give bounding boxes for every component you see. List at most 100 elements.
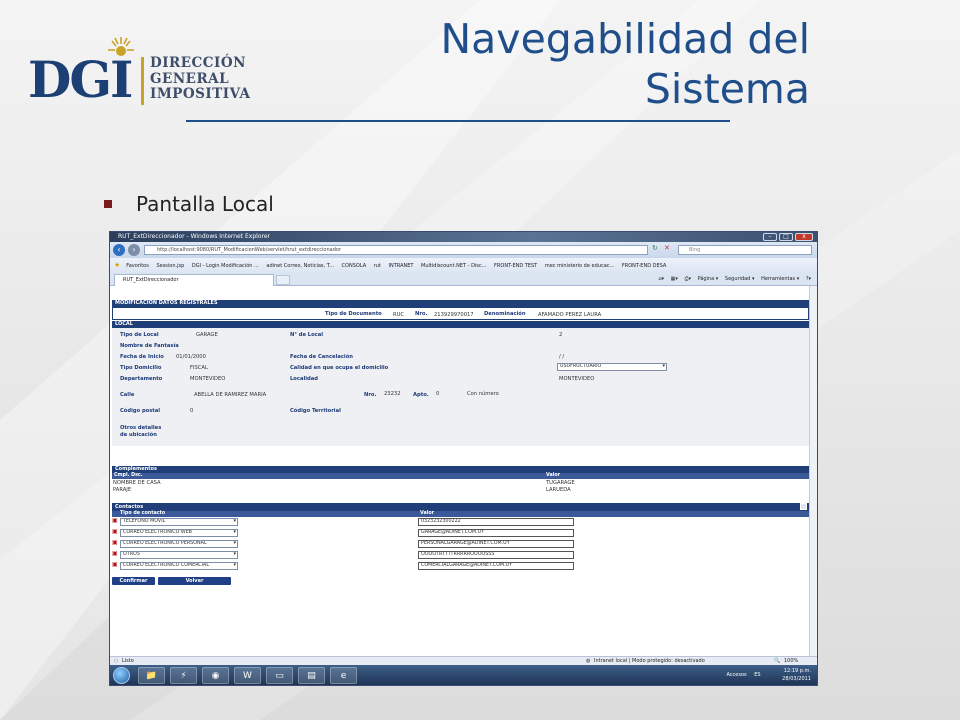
- contact-value-input[interactable]: COMERCIALGARAGE@ADINET.COM.UY: [418, 562, 574, 570]
- search-input[interactable]: Bing: [678, 245, 812, 255]
- stop-icon[interactable]: ✕: [664, 244, 670, 252]
- start-button[interactable]: [113, 667, 130, 684]
- minimize-button[interactable]: –: [763, 233, 777, 241]
- status-bar: ◌ Listo ◍ Intranet local | Modo protegid…: [110, 656, 817, 665]
- winamp-icon[interactable]: ⚡: [170, 667, 197, 684]
- delete-icon[interactable]: ▣: [112, 551, 118, 557]
- contact-type-select[interactable]: TELEFONO MOVIL: [120, 518, 238, 526]
- contact-type-select[interactable]: OTROS: [120, 551, 238, 559]
- contact-value-input[interactable]: PERSONALGARAGE@ADINET.COM.UY: [418, 540, 574, 548]
- contact-value-input[interactable]: OOOOTRTTTTRRRRROOOOSSS: [418, 551, 574, 559]
- contact-type-select[interactable]: CORREO ELECTRONICO WEB: [120, 529, 238, 537]
- back-icon[interactable]: ‹: [113, 244, 125, 256]
- slide-title-line-1: Navegabilidad del: [440, 15, 810, 63]
- calidad-domicilio-value: USUFRUCTUARIO: [560, 364, 602, 369]
- delete-icon[interactable]: ▣: [112, 562, 118, 568]
- departamento-value: MONTEVIDEO: [190, 376, 226, 382]
- explorer-folder-icon[interactable]: 📁: [138, 667, 165, 684]
- confirm-button[interactable]: Confirmar: [112, 577, 155, 585]
- calle-value: ABELLA DE RAMIREZ MARIA: [194, 392, 267, 398]
- calidad-domicilio-label: Calidad en que ocupa el domicilio: [290, 365, 389, 371]
- remote-desktop-icon[interactable]: ▭: [266, 667, 293, 684]
- favorite-item[interactable]: DGI - Login Modificación ...: [192, 259, 259, 272]
- apto-label: Apto.: [413, 392, 429, 398]
- maximize-button[interactable]: □: [779, 233, 793, 241]
- contact-type-select[interactable]: CORREO ELECTRONICO COMERCIAL: [120, 562, 238, 570]
- otros-detalles-label-2: de ubicación: [120, 432, 157, 438]
- favorite-item[interactable]: INTRANET: [389, 259, 414, 272]
- media-player-icon[interactable]: ◉: [202, 667, 229, 684]
- contactos-header: Contactos: [112, 503, 809, 511]
- fecha-cancelacion-label: Fecha de Cancelación: [290, 354, 353, 360]
- nro-documento-label: Nro.: [415, 311, 428, 317]
- security-menu[interactable]: Seguridad ▾: [725, 276, 755, 282]
- refresh-icon[interactable]: ↻: [652, 244, 658, 252]
- favorite-item[interactable]: adinet Correo, Noticias, T...: [266, 259, 334, 272]
- contact-type-value: CORREO ELECTRONICO WEB: [123, 530, 192, 535]
- vertical-scrollbar[interactable]: [809, 286, 817, 656]
- internet-explorer-icon[interactable]: e: [330, 667, 357, 684]
- logo-line-3: IMPOSITIVA: [150, 86, 251, 102]
- contactos-column-header: Tipo de contacto Valor: [112, 511, 809, 517]
- complemento-desc: NOMBRE DE CASA: [113, 480, 161, 486]
- page-menu[interactable]: Página ▾: [698, 276, 719, 282]
- feeds-icon[interactable]: ▦▾: [671, 276, 678, 282]
- accesos-toolbar[interactable]: Accesos: [726, 672, 746, 678]
- logo-line-1: DIRECCIÓN: [150, 55, 246, 71]
- command-bar: ⌂▾ ▦▾ ⎙▾ Página ▾ Seguridad ▾ Herramient…: [653, 273, 811, 285]
- title-underline: [186, 120, 730, 122]
- complementos-column-header: Cmpl. Dsc. Valor: [112, 473, 809, 479]
- favorite-item[interactable]: FRONT-END TEST: [494, 259, 537, 272]
- word-icon[interactable]: W: [234, 667, 261, 684]
- address-bar-row: ‹ › http://localhost:9080/RUT_Modificaci…: [110, 242, 817, 258]
- nro-puerta-label: Nro.: [364, 392, 377, 398]
- search-placeholder: Bing: [689, 247, 701, 253]
- page-content: MODIFICACIÓN DATOS REGISTRALES Tipo de D…: [110, 286, 810, 656]
- tipo-local-value: GARAGE: [196, 332, 218, 338]
- favorite-item[interactable]: Session.jsp: [156, 259, 184, 272]
- delete-icon[interactable]: ▣: [112, 518, 118, 524]
- codigo-postal-label: Código postal: [120, 408, 161, 414]
- tools-menu[interactable]: Herramientas ▾: [761, 276, 799, 282]
- contact-type-value: CORREO ELECTRONICO PERSONAL: [123, 541, 207, 546]
- contact-value-input[interactable]: GARAGE@ADINET.COM.UY: [418, 529, 574, 537]
- favorite-item[interactable]: mec ministerio de educac...: [545, 259, 614, 272]
- logo-text: DIRECCIÓN GENERAL IMPOSITIVA: [150, 55, 251, 103]
- home-icon[interactable]: ⌂▾: [658, 276, 664, 282]
- security-zone[interactable]: Intranet local | Modo protegido: desacti…: [594, 657, 705, 665]
- local-panel: Tipo de Local GARAGE N° de Local 2 Nombr…: [112, 328, 809, 446]
- zoom-level[interactable]: 100%: [784, 657, 798, 665]
- status-icon: ◌: [114, 658, 119, 664]
- bullet-square-icon: [104, 199, 112, 208]
- print-icon[interactable]: ⎙▾: [684, 276, 691, 282]
- favorites-star-icon[interactable]: ★: [114, 258, 120, 272]
- notepad-icon[interactable]: ▤: [298, 667, 325, 684]
- delete-icon[interactable]: ▣: [112, 529, 118, 535]
- clock[interactable]: 12:19 p.m. 28/03/2011: [782, 667, 811, 683]
- favorite-item[interactable]: FRONT-END DESA: [622, 259, 666, 272]
- language-indicator[interactable]: ES: [754, 672, 760, 678]
- address-input[interactable]: http://localhost:9080/RUT_ModificacionWe…: [144, 245, 648, 255]
- favorite-item[interactable]: Multidiscount.NET - Disc...: [421, 259, 486, 272]
- tab-active[interactable]: RUT_ExtDireccionador: [114, 274, 274, 286]
- back-button[interactable]: Volver: [158, 577, 231, 585]
- contact-value-input[interactable]: 0323232300222: [418, 518, 574, 526]
- favorites-label[interactable]: Favoritos: [126, 259, 149, 272]
- otros-detalles-label: Otros detalles: [120, 425, 162, 431]
- calidad-domicilio-select[interactable]: USUFRUCTUARIO: [557, 363, 667, 371]
- close-button[interactable]: x: [795, 233, 813, 241]
- complementos-header: Complementos: [112, 466, 809, 473]
- favorite-item[interactable]: rut: [374, 259, 381, 272]
- slide-title-line-2: Sistema: [644, 65, 810, 113]
- contact-type-select[interactable]: CORREO ELECTRONICO PERSONAL: [120, 540, 238, 548]
- browser-window: RUT_ExtDireccionador - Windows Internet …: [109, 231, 818, 686]
- delete-icon[interactable]: ▣: [112, 540, 118, 546]
- new-tab-button[interactable]: [276, 275, 290, 285]
- help-icon[interactable]: ?▾: [806, 276, 811, 282]
- dgi-logo: DGI DIRECCIÓN GENERAL IMPOSITIVA: [28, 35, 250, 113]
- forward-icon[interactable]: ›: [128, 244, 140, 256]
- complemento-valor: TUGARAGE: [546, 480, 575, 486]
- add-contact-icon[interactable]: [800, 503, 807, 510]
- favorite-item[interactable]: CONSOLA: [342, 259, 367, 272]
- nro-documento-value: 213929970017: [434, 312, 474, 318]
